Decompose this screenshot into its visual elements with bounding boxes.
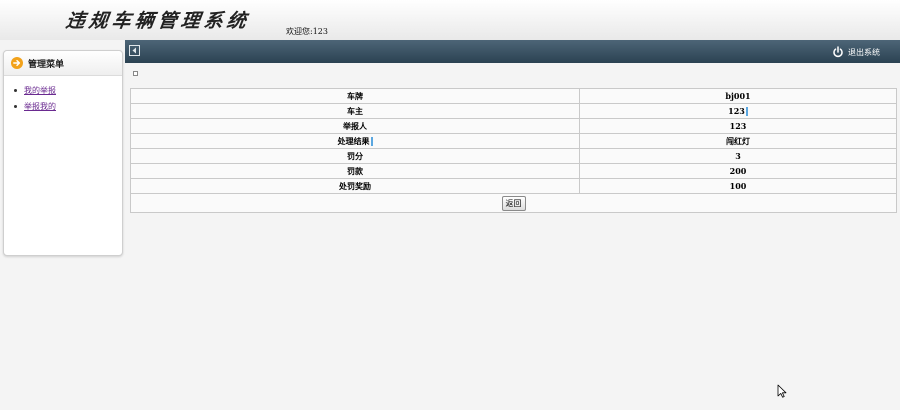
highlight-mark [370,137,373,146]
sidebar-item-reports-about-me: 举报我的 [14,101,56,117]
row-value: 200 [579,163,897,179]
row-value: bj001 [579,88,897,104]
power-icon [833,46,843,58]
highlight-mark [745,107,748,117]
welcome-text: 欢迎您:123 [286,27,328,36]
row-label: 车牌 [130,88,580,104]
top-toolbar: 退出系统 [125,40,900,63]
sidebar-title: 管理菜单 [28,60,65,70]
sidebar-menu-list: 我的举报 举报我的 [14,85,56,117]
sidebar-link-reports-about-me[interactable]: 举报我的 [24,102,56,111]
mouse-cursor-icon [777,384,787,398]
button-row: 返回 [130,193,897,213]
table-row: 罚款 200 [130,163,897,179]
row-label: 罚款 [130,163,580,179]
sidebar-header: 管理菜单 [4,51,122,76]
table-row: 处罚奖励 100 [130,178,897,194]
row-value: 闯红灯 [579,133,897,149]
table-row: 处理结果 闯红灯 [130,133,897,149]
collapse-toggle-icon[interactable] [129,45,140,56]
row-value: 100 [579,178,897,194]
sidebar-link-my-reports[interactable]: 我的举报 [24,86,56,95]
content-marker [133,71,138,76]
row-value: 123 [579,103,897,119]
page: 违规车辆管理系统 欢迎您:123 退出系统 管理菜单 我的举报 举报我的 车牌 … [0,0,900,410]
logout-label: 退出系统 [848,47,880,57]
sidebar-menu: 管理菜单 我的举报 举报我的 [3,50,123,256]
row-label: 车主 [130,103,580,119]
row-label: 处罚奖励 [130,178,580,194]
table-row: 车牌 bj001 [130,88,897,104]
table-row: 罚分 3 [130,148,897,164]
violation-detail-table: 车牌 bj001 车主 123 举报人 123 处理结果 闯红灯 罚分 3 罚款… [130,88,897,213]
arrow-right-circle-icon [11,57,23,69]
system-title: 违规车辆管理系统 [64,10,252,32]
button-cell: 返回 [130,193,897,213]
table-row: 车主 123 [130,103,897,119]
return-button[interactable]: 返回 [501,195,526,211]
row-label: 处理结果 [130,133,580,149]
table-row: 举报人 123 [130,118,897,134]
row-label-text: 处理结果 [337,135,370,146]
row-label: 罚分 [130,148,580,164]
row-value-text: 123 [728,105,745,116]
top-header: 违规车辆管理系统 欢迎您:123 [0,0,900,40]
row-value: 123 [579,118,897,134]
sidebar-item-my-reports: 我的举报 [14,85,56,101]
row-label: 举报人 [130,118,580,134]
logout-button[interactable]: 退出系统 [832,45,880,59]
row-value: 3 [579,148,897,164]
